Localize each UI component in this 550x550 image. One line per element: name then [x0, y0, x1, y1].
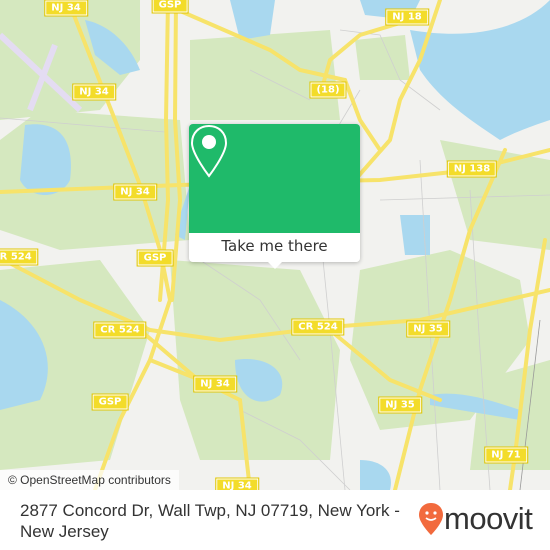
road-shield-cr524: CR 524	[0, 248, 39, 266]
road-shield-nj138: NJ 138	[446, 160, 498, 178]
road-shield-nj34: NJ 34	[44, 0, 88, 17]
road-shield-nj34: NJ 34	[215, 477, 259, 490]
road-shield-18: (18)	[309, 81, 347, 99]
road-shield-gsp: GSP	[91, 393, 129, 411]
map-attribution[interactable]: © OpenStreetMap contributors	[0, 470, 179, 490]
road-shield-cr524: CR 524	[93, 321, 147, 339]
road-shield-nj18: NJ 18	[385, 8, 429, 26]
map-pin-icon	[190, 124, 228, 178]
popup-pointer	[267, 261, 283, 269]
footer: 2877 Concord Dr, Wall Twp, NJ 07719, New…	[0, 490, 550, 550]
brand-name: moovit	[444, 501, 533, 536]
road-shield-gsp: GSP	[151, 0, 189, 14]
location-popup: Take me there	[189, 124, 360, 269]
moovit-logo: moovit	[418, 501, 533, 536]
road-shield-nj35: NJ 35	[378, 396, 422, 414]
take-me-there-button[interactable]: Take me there	[189, 233, 360, 262]
road-shield-nj71: NJ 71	[484, 446, 528, 464]
road-shield-nj34: NJ 34	[72, 83, 116, 101]
map[interactable]: NJ 34 NJ 34 NJ 34 GSP GSP GSP NJ 18 (18)…	[0, 0, 550, 490]
road-shield-nj34: NJ 34	[193, 375, 237, 393]
address-text: 2877 Concord Dr, Wall Twp, NJ 07719, New…	[20, 501, 400, 541]
road-shield-cr524: CR 524	[291, 318, 345, 336]
road-shield-gsp: GSP	[136, 249, 174, 267]
moovit-pin-icon	[419, 503, 443, 535]
road-shield-nj35: NJ 35	[406, 320, 450, 338]
road-shield-nj34: NJ 34	[113, 183, 157, 201]
